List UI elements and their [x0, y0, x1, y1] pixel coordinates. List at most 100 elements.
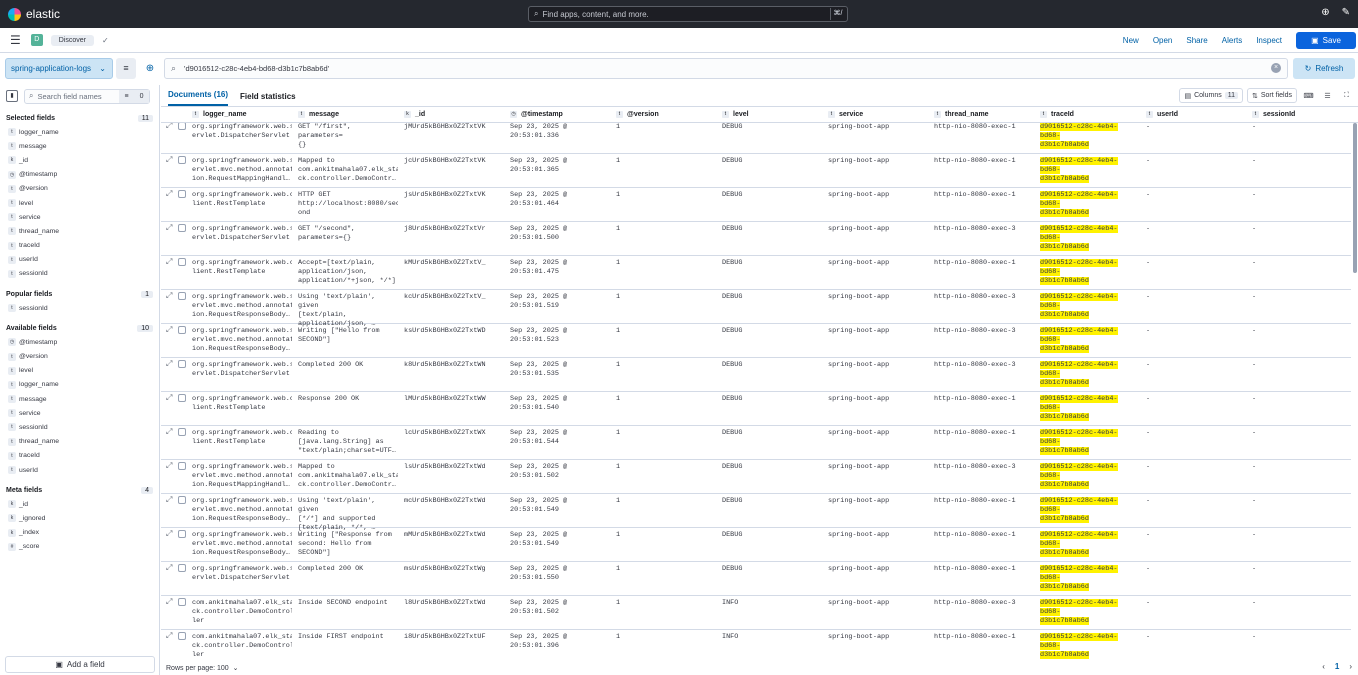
cell-level[interactable]: DEBUG: [722, 395, 822, 404]
field-item[interactable]: t @version: [0, 349, 159, 363]
grid-scrollbar[interactable]: [1352, 123, 1358, 643]
cell-version[interactable]: 1: [616, 599, 716, 608]
cell-logger-name[interactable]: org.springframework.web.s ervlet.mvc.met…: [192, 531, 292, 558]
cell-message[interactable]: Mapped to com.ankitmahala07.elk_sta ck.c…: [298, 157, 398, 184]
cell-user-id[interactable]: -: [1146, 259, 1246, 268]
column-header-level[interactable]: t level: [722, 111, 749, 118]
cell-level[interactable]: INFO: [722, 633, 822, 642]
breadcrumb-chevron-icon[interactable]: ✓: [102, 36, 109, 45]
cell-level[interactable]: DEBUG: [722, 361, 822, 370]
column-header-service[interactable]: t service: [828, 111, 863, 118]
cell-user-id[interactable]: -: [1146, 395, 1246, 404]
field-item[interactable]: ◷ @timestamp: [0, 335, 159, 349]
cell-id[interactable]: l8Urd5kBGHBx0Z2TxtWd: [404, 599, 504, 608]
cell-trace-id[interactable]: d9016512-c28c-4eb4-bd68- d3b1c7b8ab6d: [1040, 293, 1136, 320]
field-group-title[interactable]: Popular fields 1: [0, 287, 159, 301]
table-row[interactable]: ⤢ org.springframework.web.c lient.RestTem…: [161, 188, 1351, 222]
cell-id[interactable]: jMUrd5kBGHBx0Z2TxtVK: [404, 123, 504, 132]
cell-version[interactable]: 1: [616, 463, 716, 472]
cell-version[interactable]: 1: [616, 395, 716, 404]
cell-thread-name[interactable]: http-nio-8080-exec-3: [934, 225, 1034, 234]
table-row[interactable]: ⤢ org.springframework.web.c lient.RestTem…: [161, 426, 1351, 460]
cell-session-id[interactable]: -: [1252, 531, 1352, 540]
cell-trace-id[interactable]: d9016512-c28c-4eb4-bd68- d3b1c7b8ab6d: [1040, 259, 1136, 286]
tab-field-statistics[interactable]: Field statistics: [240, 92, 296, 106]
cell-version[interactable]: 1: [616, 157, 716, 166]
cell-level[interactable]: DEBUG: [722, 293, 822, 302]
cell-timestamp[interactable]: Sep 23, 2025 @ 20:53:01.475: [510, 259, 610, 277]
cell-thread-name[interactable]: http-nio-8080-exec-1: [934, 633, 1034, 642]
cell-level[interactable]: DEBUG: [722, 565, 822, 574]
query-input[interactable]: ⌕ 'd9016512-c28c-4eb4-bd68-d3b1c7b8ab6d'…: [164, 58, 1288, 79]
row-checkbox[interactable]: [178, 428, 186, 436]
cell-level[interactable]: DEBUG: [722, 157, 822, 166]
cell-session-id[interactable]: -: [1252, 157, 1352, 166]
cell-level[interactable]: DEBUG: [722, 191, 822, 200]
cell-thread-name[interactable]: http-nio-8080-exec-1: [934, 395, 1034, 404]
expand-document-icon[interactable]: ⤢: [166, 257, 172, 267]
field-item[interactable]: k _ignored: [0, 511, 159, 525]
cell-service[interactable]: spring-boot-app: [828, 361, 928, 370]
expand-document-icon[interactable]: ⤢: [166, 325, 172, 335]
cell-timestamp[interactable]: Sep 23, 2025 @ 20:53:01.464: [510, 191, 610, 209]
cell-session-id[interactable]: -: [1252, 123, 1352, 132]
cell-user-id[interactable]: -: [1146, 123, 1246, 132]
cell-session-id[interactable]: -: [1252, 327, 1352, 336]
inspect-link[interactable]: Inspect: [1256, 36, 1282, 45]
row-checkbox[interactable]: [178, 496, 186, 504]
cell-message[interactable]: Mapped to com.ankitmahala07.elk_sta ck.c…: [298, 463, 398, 490]
column-header-timestamp[interactable]: ◷ @timestamp: [510, 111, 563, 118]
cell-level[interactable]: DEBUG: [722, 225, 822, 234]
cell-id[interactable]: kcUrd5kBGHBx0Z2TxtV_: [404, 293, 504, 302]
prev-page-icon[interactable]: ‹: [1322, 662, 1325, 671]
add-filter-button[interactable]: ⊕: [140, 58, 160, 79]
cell-timestamp[interactable]: Sep 23, 2025 @ 20:53:01.550: [510, 565, 610, 583]
field-item[interactable]: t traceId: [0, 239, 159, 253]
sort-fields-button[interactable]: ⇅ Sort fields: [1247, 88, 1297, 103]
cell-level[interactable]: DEBUG: [722, 429, 822, 438]
cell-session-id[interactable]: -: [1252, 293, 1352, 302]
cell-session-id[interactable]: -: [1252, 191, 1352, 200]
table-row[interactable]: ⤢ org.springframework.web.s ervlet.Dispat…: [161, 222, 1351, 256]
cell-session-id[interactable]: -: [1252, 225, 1352, 234]
cell-user-id[interactable]: -: [1146, 633, 1246, 642]
expand-document-icon[interactable]: ⤢: [166, 461, 172, 471]
cell-service[interactable]: spring-boot-app: [828, 395, 928, 404]
cell-id[interactable]: i8Urd5kBGHBx0Z2TxtUF: [404, 633, 504, 642]
menu-toggle-icon[interactable]: ☰: [10, 33, 21, 47]
row-checkbox[interactable]: [178, 632, 186, 640]
cell-trace-id[interactable]: d9016512-c28c-4eb4-bd68- d3b1c7b8ab6d: [1040, 123, 1136, 150]
cell-timestamp[interactable]: Sep 23, 2025 @ 20:53:01.519: [510, 293, 610, 311]
expand-document-icon[interactable]: ⤢: [166, 427, 172, 437]
cell-logger-name[interactable]: org.springframework.web.s ervlet.mvc.met…: [192, 293, 292, 320]
column-header-id[interactable]: k _id: [404, 111, 425, 118]
cell-session-id[interactable]: -: [1252, 429, 1352, 438]
cell-version[interactable]: 1: [616, 361, 716, 370]
field-item[interactable]: t level: [0, 364, 159, 378]
cell-logger-name[interactable]: org.springframework.web.c lient.RestTemp…: [192, 395, 292, 413]
field-item[interactable]: t service: [0, 406, 159, 420]
field-item[interactable]: k _id: [0, 497, 159, 511]
cell-message[interactable]: Writing ["Hello from SECOND"]: [298, 327, 398, 345]
cell-id[interactable]: lMUrd5kBGHBx0Z2TxtWW: [404, 395, 504, 404]
field-item[interactable]: t service: [0, 210, 159, 224]
cell-message[interactable]: Reading to [java.lang.String] as "text/p…: [298, 429, 398, 456]
open-link[interactable]: Open: [1153, 36, 1173, 45]
cell-session-id[interactable]: -: [1252, 361, 1352, 370]
table-row[interactable]: ⤢ org.springframework.web.c lient.RestTem…: [161, 256, 1351, 290]
cell-thread-name[interactable]: http-nio-8080-exec-1: [934, 123, 1034, 132]
refresh-button[interactable]: ↻ Refresh: [1293, 58, 1355, 79]
cell-session-id[interactable]: -: [1252, 599, 1352, 608]
cell-timestamp[interactable]: Sep 23, 2025 @ 20:53:01.544: [510, 429, 610, 447]
cell-logger-name[interactable]: org.springframework.web.s ervlet.Dispatc…: [192, 225, 292, 243]
global-search-input[interactable]: ⌕ Find apps, content, and more. ⌘/: [528, 6, 848, 22]
cell-user-id[interactable]: -: [1146, 497, 1246, 506]
cell-level[interactable]: DEBUG: [722, 259, 822, 268]
field-search-input[interactable]: ⌕ Search field names ≡ 0: [24, 88, 150, 104]
current-page[interactable]: 1: [1335, 662, 1339, 671]
keyboard-shortcuts-icon[interactable]: ⌨: [1301, 88, 1316, 103]
cell-session-id[interactable]: -: [1252, 565, 1352, 574]
cell-id[interactable]: mcUrd5kBGHBx0Z2TxtWd: [404, 497, 504, 506]
field-group-title[interactable]: Meta fields 4: [0, 483, 159, 497]
expand-document-icon[interactable]: ⤢: [166, 597, 172, 607]
